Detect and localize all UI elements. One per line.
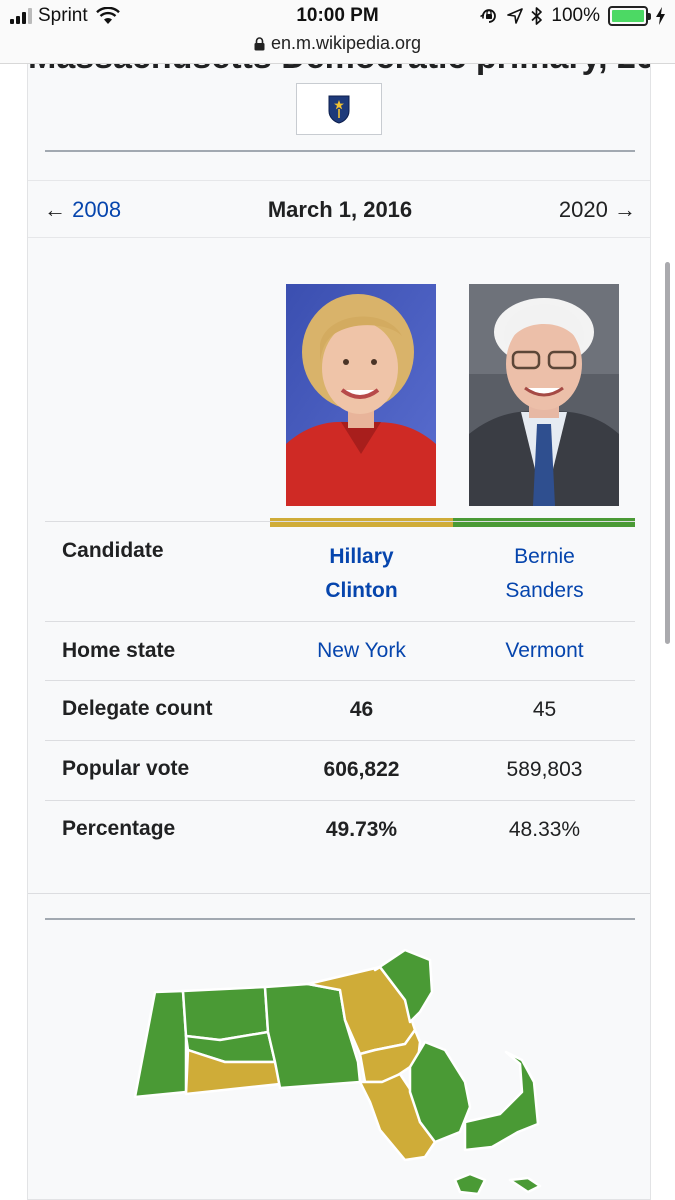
popular-vote-clinton: 606,822 (323, 758, 400, 781)
sanders-color-bar (453, 518, 635, 527)
percentage-clinton: 49.73% (325, 818, 398, 841)
location-icon (507, 8, 524, 24)
row-label-delegates: Delegate count (62, 697, 213, 720)
row-label-popular-vote: Popular vote (62, 757, 190, 780)
lock-icon (254, 37, 265, 51)
row-label-candidate: Candidate (62, 539, 164, 562)
results-map[interactable] (120, 942, 550, 1200)
sanders-photo[interactable] (469, 284, 619, 506)
candidate-first-name: Hillary (329, 545, 394, 568)
map-region (463, 1050, 540, 1152)
map-region (133, 989, 188, 1099)
candidate-name-clinton[interactable]: Hillary Clinton (270, 540, 453, 608)
row-divider (45, 740, 635, 741)
home-state-clinton[interactable]: New York (270, 634, 453, 668)
seal-icon (328, 95, 350, 124)
election-nav: ← 2008 March 1, 2016 2020 → (28, 180, 650, 238)
row-divider (45, 800, 635, 801)
election-infobox: Massachusetts Democratic primary, 2016 ←… (27, 64, 651, 1200)
percentage-sanders: 48.33% (508, 818, 581, 841)
divider (45, 918, 635, 920)
row-label-home-state: Home state (62, 639, 176, 662)
divider (45, 150, 635, 152)
address-bar[interactable]: en.m.wikipedia.org (0, 33, 675, 54)
battery-icon (608, 6, 651, 26)
status-right: 100% (479, 5, 665, 27)
clinton-photo[interactable] (286, 284, 436, 506)
map-region (453, 1172, 487, 1196)
candidate-last-name: Sanders (505, 579, 584, 602)
row-divider (45, 680, 635, 681)
delegates-sanders: 45 (532, 698, 557, 721)
row-divider (45, 521, 635, 522)
popular-vote-sanders: 589,803 (506, 758, 583, 781)
candidate-name-sanders[interactable]: Bernie Sanders (453, 540, 636, 608)
status-bar: Sprint 10:00 PM en.m.wikipedia.org 100% (0, 0, 675, 64)
row-label-percentage: Percentage (62, 817, 176, 840)
charging-icon (656, 7, 665, 25)
next-election[interactable]: 2020 → (559, 197, 636, 223)
orientation-lock-icon (480, 9, 497, 23)
page-title: Massachusetts Democratic primary, 2016 (28, 64, 650, 77)
election-date: March 1, 2016 (267, 197, 413, 222)
bluetooth-icon (531, 7, 543, 25)
next-election-link[interactable]: 2020 (559, 197, 608, 222)
map-region (181, 985, 270, 1042)
clinton-color-bar (270, 518, 453, 527)
page-scrollbar[interactable] (665, 262, 670, 644)
candidate-last-name: Clinton (325, 579, 398, 602)
battery-percent: 100% (551, 5, 600, 26)
delegates-clinton: 46 (349, 698, 374, 721)
map-region (508, 1176, 542, 1194)
row-divider (45, 621, 635, 622)
next-arrow: → (614, 197, 636, 222)
home-state-sanders[interactable]: Vermont (453, 634, 636, 668)
url-text: en.m.wikipedia.org (270, 33, 422, 53)
candidate-first-name: Bernie (514, 545, 575, 568)
section-divider (28, 893, 650, 894)
state-seal[interactable] (296, 83, 382, 135)
